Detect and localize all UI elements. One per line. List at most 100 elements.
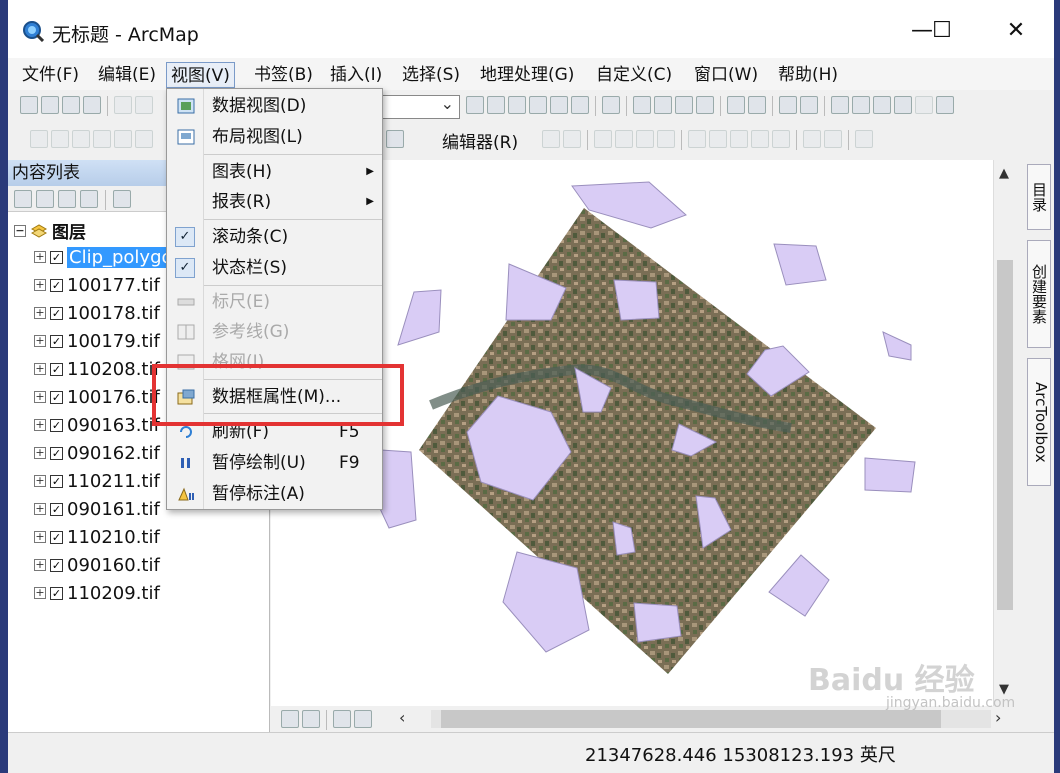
list-by-selection-icon[interactable]: [80, 190, 98, 208]
select-elements-icon[interactable]: [873, 96, 891, 114]
layer-name[interactable]: 090162.tif: [67, 443, 160, 464]
back-arrow-icon[interactable]: [779, 96, 797, 114]
menu-item-layout-view[interactable]: 布局视图(L): [167, 122, 382, 152]
refresh-button-icon[interactable]: [333, 710, 351, 728]
rotate-icon[interactable]: [772, 130, 790, 148]
clip-polygon[interactable]: [864, 457, 916, 493]
layer-row[interactable]: + ✓ 100179.tif: [34, 328, 160, 354]
layer-name[interactable]: 110211.tif: [67, 471, 160, 492]
endpoint-arc-icon[interactable]: [615, 130, 633, 148]
straight-segment-icon[interactable]: [594, 130, 612, 148]
save-icon[interactable]: [62, 96, 80, 114]
clip-polygon[interactable]: [773, 243, 827, 286]
python-window-icon[interactable]: [571, 96, 589, 114]
menu-geoprocessing[interactable]: 地理处理(G): [476, 62, 578, 88]
scroll-up-icon[interactable]: ▲: [999, 166, 1009, 181]
expand-icon[interactable]: +: [34, 475, 46, 487]
layer-row[interactable]: + ✓ 100177.tif: [34, 272, 160, 298]
list-by-drawing-order-icon[interactable]: [14, 190, 32, 208]
print-icon[interactable]: [83, 96, 101, 114]
menu-bookmarks[interactable]: 书签(B): [250, 62, 317, 88]
full-extent-icon[interactable]: [696, 96, 714, 114]
expand-icon[interactable]: +: [34, 559, 46, 571]
layer-name[interactable]: 100177.tif: [67, 275, 160, 296]
layer-name[interactable]: 100176.tif: [67, 387, 160, 408]
identify-icon[interactable]: [894, 96, 912, 114]
editor-toolbar-icon[interactable]: [466, 96, 484, 114]
arctoolbox-icon[interactable]: [550, 96, 568, 114]
vertical-scroll-thumb[interactable]: [997, 260, 1013, 610]
expand-icon[interactable]: +: [34, 307, 46, 319]
clear-selection-icon[interactable]: [852, 96, 870, 114]
layer-row[interactable]: + ✓ 110210.tif: [34, 524, 160, 550]
toc-window-icon[interactable]: [487, 96, 505, 114]
options-icon[interactable]: [113, 190, 131, 208]
catalog-window-icon[interactable]: [508, 96, 526, 114]
fixed-zoom-in-icon[interactable]: [727, 96, 745, 114]
tab-arctoolbox[interactable]: ArcToolbox: [1027, 358, 1051, 486]
layer-visibility-checkbox[interactable]: ✓: [50, 586, 63, 600]
layer-row[interactable]: + ✓ 110208.tif: [34, 356, 160, 382]
select-features-icon[interactable]: [831, 96, 849, 114]
expand-icon[interactable]: +: [34, 447, 46, 459]
menu-item-scrollbars[interactable]: ✓ 滚动条(C): [167, 222, 382, 252]
clip-polygon[interactable]: [397, 289, 442, 346]
layer-visibility-checkbox[interactable]: ✓: [50, 390, 63, 404]
collapse-icon[interactable]: −: [14, 224, 26, 237]
model-builder-icon[interactable]: [602, 96, 620, 114]
menu-item-reports[interactable]: 报表(R) ▶: [167, 187, 382, 217]
georef-icon-4[interactable]: [93, 130, 111, 148]
layer-visibility-checkbox[interactable]: ✓: [50, 474, 63, 488]
clip-polygon[interactable]: [613, 279, 660, 321]
forward-arrow-icon[interactable]: [800, 96, 818, 114]
expand-icon[interactable]: +: [34, 419, 46, 431]
menu-item-status-bar[interactable]: ✓ 状态栏(S): [167, 253, 382, 283]
tab-create-features[interactable]: 创建要素: [1027, 240, 1051, 348]
layers-root[interactable]: − 图层: [14, 218, 86, 243]
menu-customize[interactable]: 自定义(C): [592, 62, 676, 88]
menu-help[interactable]: 帮助(H): [774, 62, 842, 88]
layer-visibility-checkbox[interactable]: ✓: [50, 446, 63, 460]
layer-visibility-checkbox[interactable]: ✓: [50, 250, 63, 264]
layer-row[interactable]: + ✓ 110209.tif: [34, 580, 160, 606]
zoom-in-icon[interactable]: [633, 96, 651, 114]
layer-name[interactable]: 110210.tif: [67, 527, 160, 548]
trace-icon[interactable]: [636, 130, 654, 148]
horizontal-scroll-thumb[interactable]: [441, 710, 941, 728]
menu-insert[interactable]: 插入(I): [326, 62, 386, 88]
layer-name[interactable]: 110208.tif: [67, 359, 160, 380]
layer-name[interactable]: 100178.tif: [67, 303, 160, 324]
layer-name[interactable]: 110209.tif: [67, 583, 160, 604]
layer-row[interactable]: + ✓ 100176.tif: [34, 384, 160, 410]
layer-name[interactable]: 090163.tif: [67, 415, 160, 436]
expand-icon[interactable]: +: [34, 503, 46, 515]
sketch-properties-icon[interactable]: [824, 130, 842, 148]
reshape-icon[interactable]: [709, 130, 727, 148]
cut-icon[interactable]: [114, 96, 132, 114]
menu-windows[interactable]: 窗口(W): [690, 62, 762, 88]
zoom-out-icon[interactable]: [654, 96, 672, 114]
clip-polygon[interactable]: [882, 331, 912, 361]
hyperlink-icon[interactable]: [915, 96, 933, 114]
scale-combo[interactable]: [382, 94, 460, 119]
maximize-button[interactable]: ☐: [922, 16, 962, 46]
expand-icon[interactable]: +: [34, 531, 46, 543]
menu-selection[interactable]: 选择(S): [398, 62, 464, 88]
expand-icon[interactable]: +: [34, 335, 46, 347]
layer-visibility-checkbox[interactable]: ✓: [50, 334, 63, 348]
expand-icon[interactable]: +: [34, 587, 46, 599]
scroll-left-icon[interactable]: ‹: [399, 708, 405, 727]
georef-icon-1[interactable]: [30, 130, 48, 148]
layer-row[interactable]: + ✓ 090163.tif: [34, 412, 160, 438]
layer-row[interactable]: + ✓ Clip_polygon: [34, 244, 186, 270]
menu-item-data-view[interactable]: 数据视图(D): [167, 91, 382, 121]
new-icon[interactable]: [20, 96, 38, 114]
pan-icon[interactable]: [675, 96, 693, 114]
layer-visibility-checkbox[interactable]: ✓: [50, 502, 63, 516]
layout-view-button-icon[interactable]: [302, 710, 320, 728]
data-view-button-icon[interactable]: [281, 710, 299, 728]
edit-annotation-icon[interactable]: [563, 130, 581, 148]
menu-item-graphs[interactable]: 图表(H) ▶: [167, 157, 382, 187]
menu-item-pause-labeling[interactable]: 暂停标注(A): [167, 479, 382, 509]
create-features-icon[interactable]: [855, 130, 873, 148]
